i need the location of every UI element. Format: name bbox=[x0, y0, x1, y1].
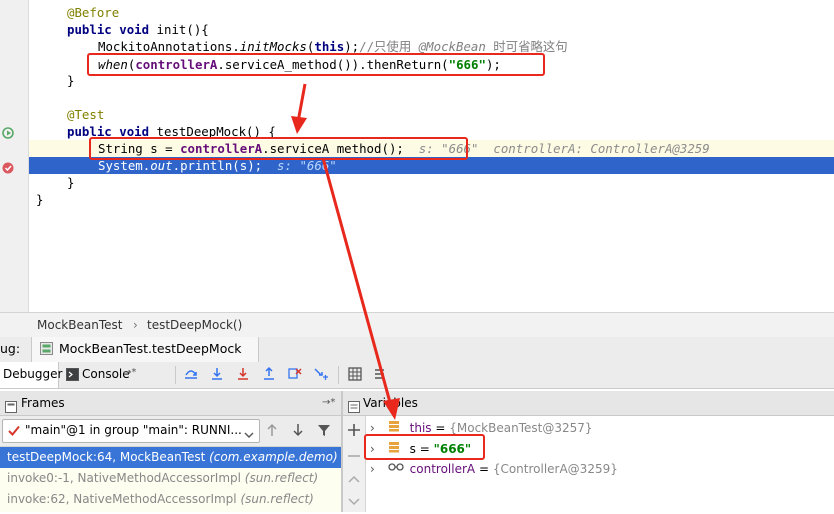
tab-console[interactable]: Console →* bbox=[60, 362, 146, 388]
variables-title: Variables bbox=[363, 396, 418, 410]
variables-header: Variables bbox=[343, 391, 834, 416]
frames-icon bbox=[5, 397, 17, 413]
before-annotation: @Before bbox=[67, 5, 120, 20]
breadcrumb-separator: › bbox=[133, 318, 138, 332]
variable-name: controllerA bbox=[409, 462, 476, 476]
frame-item[interactable]: invoke:62, NativeMethodAccessorImpl (sun… bbox=[0, 489, 341, 510]
test-class-icon bbox=[40, 342, 53, 355]
breadcrumb-class[interactable]: MockBeanTest bbox=[37, 313, 122, 337]
close-brace: } bbox=[67, 175, 75, 190]
breadcrumb: MockBeanTest › testDeepMock() bbox=[0, 312, 834, 338]
more-options-icon[interactable] bbox=[372, 366, 390, 384]
step-into-icon[interactable] bbox=[234, 366, 252, 384]
tab-debug-session[interactable]: MockBeanTest.testDeepMock bbox=[31, 337, 259, 362]
session-tab-label: MockBeanTest.testDeepMock bbox=[59, 341, 242, 356]
variable-eq: = bbox=[431, 421, 450, 435]
frame-method: testDeepMock:64, MockBeanTest bbox=[7, 450, 210, 464]
variable-value: {ControllerA@3259} bbox=[492, 462, 618, 476]
drop-frame-icon[interactable] bbox=[286, 366, 304, 384]
frame-method: invoke:62, NativeMethodAccessorImpl bbox=[7, 492, 241, 506]
evaluate-expression-icon[interactable] bbox=[346, 366, 364, 384]
frame-method: invoke0:-1, NativeMethodAccessorImpl bbox=[7, 471, 245, 485]
remove-watch-icon[interactable] bbox=[346, 448, 362, 464]
toolbar-divider bbox=[175, 366, 176, 384]
breakpoint-icon[interactable] bbox=[2, 159, 14, 174]
thread-selector-bar: "main"@1 in group "main": RUNNI... bbox=[0, 416, 341, 447]
move-up-icon[interactable] bbox=[346, 472, 362, 488]
frame-package: (sun.reflect) bbox=[240, 492, 314, 506]
variable-name: this bbox=[409, 421, 432, 435]
chevron-down-icon bbox=[244, 425, 254, 438]
step-out-icon[interactable] bbox=[260, 366, 278, 384]
debug-label: ug: bbox=[0, 341, 21, 356]
breadcrumb-method[interactable]: testDeepMock() bbox=[147, 313, 242, 337]
frames-list: testDeepMock:64, MockBeanTest (com.examp… bbox=[0, 447, 341, 512]
close-brace: } bbox=[36, 192, 44, 207]
debug-session-bar: ug: MockBeanTest.testDeepMock bbox=[0, 337, 834, 363]
console-pin-icon[interactable]: →* bbox=[123, 367, 136, 378]
tab-debugger[interactable]: Debugger bbox=[0, 362, 63, 388]
variable-eq: = bbox=[475, 462, 493, 476]
step-over-icon[interactable] bbox=[208, 366, 226, 384]
move-down-icon[interactable] bbox=[346, 494, 362, 510]
run-to-cursor-icon[interactable] bbox=[312, 366, 330, 384]
console-icon bbox=[66, 368, 79, 381]
frame-package: (com.example.demo) bbox=[209, 450, 338, 464]
debugger-tab-label: Debugger bbox=[3, 367, 63, 381]
filter-icon[interactable] bbox=[316, 422, 332, 438]
check-icon bbox=[7, 423, 21, 437]
run-test-icon[interactable] bbox=[2, 124, 14, 139]
frame-item[interactable]: testDeepMock:64, MockBeanTest (com.examp… bbox=[0, 447, 341, 468]
annotation-box-when bbox=[87, 53, 545, 76]
annotation-box-assign bbox=[89, 137, 468, 160]
debug-toolbar: Debugger Console →* bbox=[0, 362, 834, 389]
variables-icon bbox=[348, 397, 360, 413]
variables-side-toolbar bbox=[343, 416, 366, 512]
variable-row[interactable]: › controllerA = {ControllerA@3259} bbox=[370, 459, 618, 479]
previous-frame-icon[interactable] bbox=[264, 422, 280, 438]
close-brace: } bbox=[67, 73, 75, 88]
annotation-box-variable bbox=[364, 434, 485, 460]
frame-item[interactable]: invoke0:-1, NativeMethodAccessorImpl (su… bbox=[0, 468, 341, 489]
frames-header: Frames →* bbox=[0, 391, 341, 416]
thread-select-label: "main"@1 in group "main": RUNNI... bbox=[25, 423, 242, 437]
frames-title: Frames bbox=[21, 396, 65, 410]
frames-pin-icon[interactable]: →* bbox=[322, 391, 335, 415]
show-execution-point-icon[interactable] bbox=[182, 366, 200, 384]
expand-arrow-icon[interactable]: › bbox=[370, 459, 384, 479]
new-watch-icon[interactable] bbox=[346, 422, 362, 438]
toolbar-divider bbox=[338, 366, 339, 384]
variable-value: {MockBeanTest@3257} bbox=[449, 421, 593, 435]
editor-gutter[interactable] bbox=[0, 0, 29, 312]
next-frame-icon[interactable] bbox=[290, 422, 306, 438]
thread-select[interactable]: "main"@1 in group "main": RUNNI... bbox=[2, 419, 260, 443]
frame-package: (sun.reflect) bbox=[244, 471, 319, 485]
init-signature: public void init(){ bbox=[67, 22, 209, 37]
watch-glasses-icon bbox=[388, 459, 406, 479]
test-annotation: @Test bbox=[67, 107, 105, 122]
